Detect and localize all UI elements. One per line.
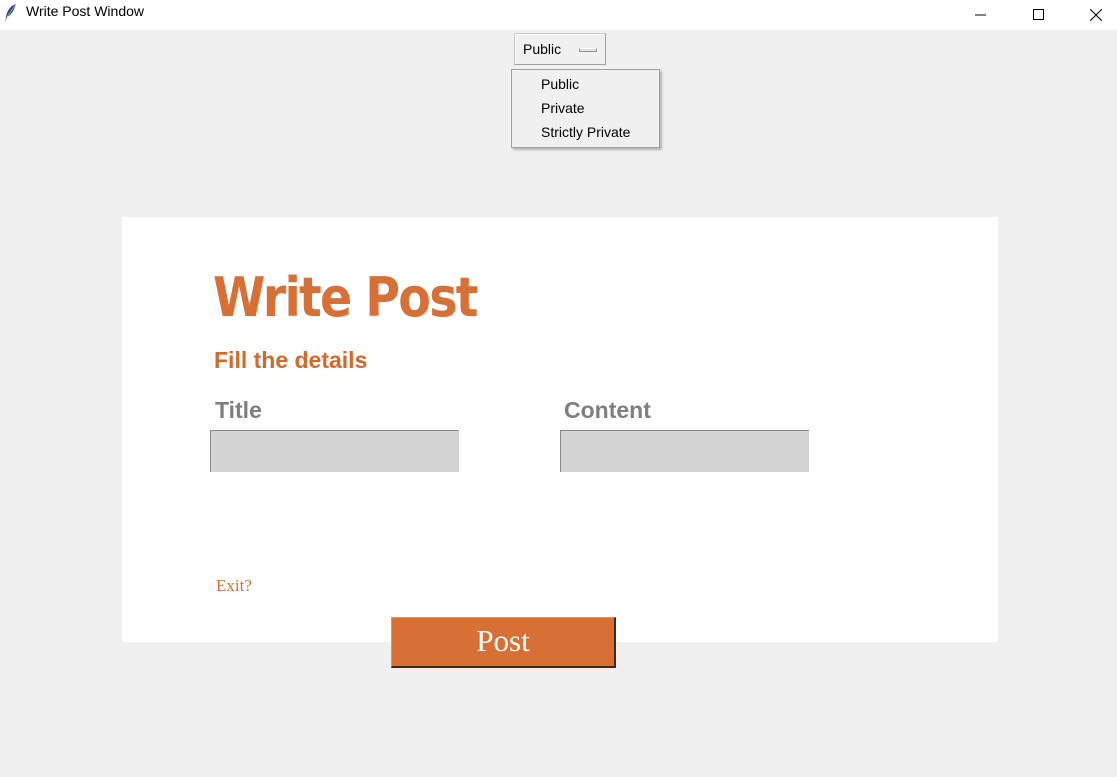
close-button[interactable] xyxy=(1073,0,1117,30)
minimize-icon xyxy=(975,14,986,16)
close-icon xyxy=(1090,9,1102,21)
privacy-dropdown-menu: Public Private Strictly Private xyxy=(511,69,660,148)
menu-item-strictly-private[interactable]: Strictly Private xyxy=(541,124,630,140)
menu-item-private[interactable]: Private xyxy=(541,100,585,116)
form-subtitle: Fill the details xyxy=(214,347,368,373)
minimize-button[interactable] xyxy=(958,0,1004,30)
menu-item-public[interactable]: Public xyxy=(541,76,579,92)
maximize-button[interactable] xyxy=(1016,0,1062,30)
privacy-selected-value: Public xyxy=(523,41,562,57)
privacy-option-menu[interactable]: Public xyxy=(514,33,606,65)
title-label: Title xyxy=(215,397,262,423)
title-input[interactable] xyxy=(210,430,459,472)
window-titlebar: Write Post Window xyxy=(0,0,1117,30)
option-menu-indicator-icon xyxy=(579,48,597,52)
page-title: Write Post xyxy=(213,266,478,329)
window-title: Write Post Window xyxy=(26,3,144,19)
content-label: Content xyxy=(564,397,651,423)
maximize-icon xyxy=(1033,9,1044,20)
post-button[interactable]: Post xyxy=(391,617,616,668)
exit-link[interactable]: Exit? xyxy=(216,576,252,596)
content-input[interactable] xyxy=(560,430,809,472)
feather-icon xyxy=(4,3,18,23)
